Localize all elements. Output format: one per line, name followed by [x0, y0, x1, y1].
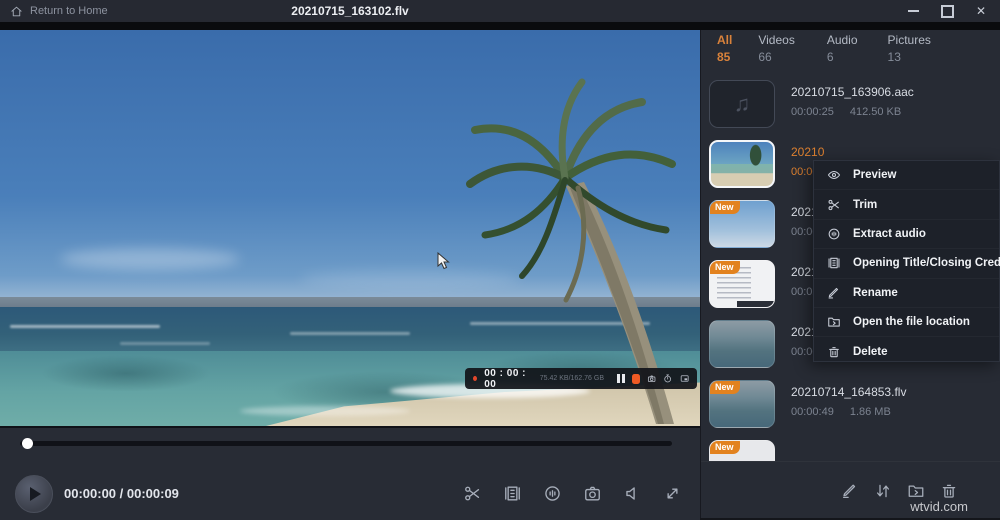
- video-thumbnail: New: [709, 260, 775, 308]
- new-badge: New: [709, 200, 740, 214]
- surf-foam: [240, 406, 410, 416]
- timeline-handle[interactable]: [22, 438, 33, 449]
- watermark: wtvid.com: [910, 499, 968, 514]
- extract-audio-icon: [827, 227, 841, 241]
- maximize-button[interactable]: [941, 5, 954, 18]
- eye-icon: [827, 168, 841, 182]
- titlebar-divider: [0, 22, 1000, 30]
- credits-icon: [827, 256, 841, 270]
- timeline-track[interactable]: [20, 441, 672, 446]
- video-preview-area[interactable]: 00 : 00 : 00 75.42 KB/162.76 GB: [0, 30, 700, 426]
- menu-item-rename[interactable]: Rename: [814, 279, 999, 308]
- extract-audio-button[interactable]: [543, 484, 562, 503]
- open-folder-icon: [907, 482, 925, 500]
- screenshot-button[interactable]: [583, 484, 602, 503]
- recording-size-info: 75.42 KB/162.76 GB: [540, 375, 604, 382]
- cloud: [60, 248, 240, 270]
- trash-icon: [827, 345, 841, 359]
- open-folder-icon: [827, 315, 841, 329]
- video-thumbnail: [709, 140, 775, 188]
- music-note-icon: ♫: [734, 91, 751, 117]
- pencil-icon: [827, 286, 841, 300]
- window-title: 20210715_163102.flv: [0, 4, 700, 18]
- scissors-icon: [827, 198, 841, 212]
- pencil-icon: [841, 482, 859, 500]
- menu-item-extract-audio[interactable]: Extract audio: [814, 220, 999, 249]
- titlebar: Return to Home 20210715_163102.flv ✕: [0, 0, 1000, 22]
- menu-item-credits[interactable]: Opening Title/Closing Credits: [814, 249, 999, 278]
- trim-button[interactable]: [463, 484, 482, 503]
- camera-icon[interactable]: [647, 373, 656, 384]
- list-item[interactable]: New 20210714_164853.flv 00:00:49 1.86 MB: [701, 374, 1000, 434]
- volume-icon: [623, 484, 642, 503]
- screenshot-icon: [583, 484, 602, 503]
- delete-button[interactable]: [940, 482, 958, 500]
- audio-thumbnail: ♫: [709, 80, 775, 128]
- player-controls-bar: 00:00:00 / 00:00:09: [0, 426, 700, 520]
- credits-button[interactable]: [503, 484, 522, 503]
- trim-icon: [463, 484, 482, 503]
- minimize-button[interactable]: [908, 10, 919, 12]
- tab-videos[interactable]: Videos 66: [758, 33, 794, 64]
- extract-audio-icon: [543, 484, 562, 503]
- wave: [10, 325, 160, 328]
- tab-pictures[interactable]: Pictures 13: [888, 33, 931, 64]
- sort-button[interactable]: [874, 482, 892, 500]
- menu-item-trim[interactable]: Trim: [814, 190, 999, 219]
- menu-item-open-location[interactable]: Open the file location: [814, 308, 999, 337]
- fullscreen-button[interactable]: [663, 484, 682, 503]
- fullscreen-icon: [663, 484, 682, 503]
- tab-all[interactable]: All 85: [717, 33, 732, 64]
- player-tool-icons: [463, 484, 682, 503]
- tab-audio[interactable]: Audio 6: [827, 33, 858, 64]
- new-badge: New: [709, 380, 740, 394]
- wave: [120, 342, 210, 345]
- play-button[interactable]: [15, 475, 53, 513]
- recording-toolbar: 00 : 00 : 00 75.42 KB/162.76 GB: [465, 368, 697, 389]
- wave: [290, 332, 410, 335]
- filmstrip-icon: [503, 484, 522, 503]
- new-badge: New: [709, 440, 740, 454]
- open-location-button[interactable]: [907, 482, 925, 500]
- sort-icon: [874, 482, 892, 500]
- menu-item-delete[interactable]: Delete: [814, 337, 999, 365]
- seek-timeline[interactable]: [20, 439, 672, 447]
- playback-time: 00:00:00 / 00:00:09: [64, 486, 179, 501]
- menu-item-preview[interactable]: Preview: [814, 161, 999, 190]
- mouse-cursor: [437, 252, 450, 270]
- maximize-icon: [941, 5, 954, 18]
- close-button[interactable]: ✕: [976, 5, 986, 17]
- recording-time: 00 : 00 : 00: [484, 368, 533, 390]
- pause-button[interactable]: [617, 374, 625, 383]
- video-thumbnail: [709, 320, 775, 368]
- pip-icon[interactable]: [680, 373, 689, 384]
- recorder-app-window: { "colors": {"accent_orange":"#dd8030","…: [0, 0, 1000, 518]
- play-icon: [30, 487, 41, 501]
- trash-icon: [940, 482, 958, 500]
- video-thumbnail: New: [709, 380, 775, 428]
- volume-button[interactable]: [623, 484, 642, 503]
- stop-button[interactable]: [632, 374, 640, 384]
- rename-button[interactable]: [841, 482, 859, 500]
- record-dot: [473, 376, 477, 381]
- new-badge: New: [709, 260, 740, 274]
- minimize-icon: [908, 10, 919, 12]
- video-thumbnail: New: [709, 200, 775, 248]
- context-menu: Preview Trim Extract audio Opening Title…: [813, 160, 1000, 362]
- list-item[interactable]: ♫ 20210715_163906.aac 00:00:25 412.50 KB: [701, 74, 1000, 134]
- timer-icon[interactable]: [663, 373, 672, 384]
